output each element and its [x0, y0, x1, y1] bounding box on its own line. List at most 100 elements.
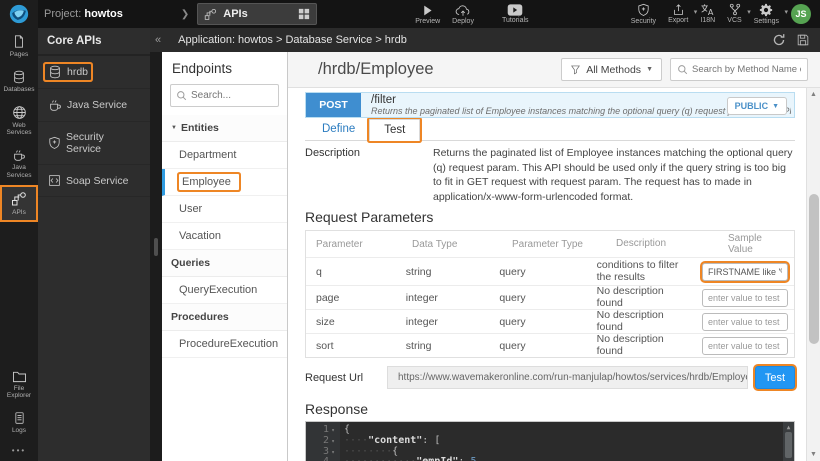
endpoint-item-department[interactable]: Department — [162, 142, 287, 169]
endpoints-section-procedures[interactable]: Procedures — [162, 304, 287, 331]
scroll-down-icon[interactable]: ▼ — [807, 451, 820, 458]
sidebar-item-label: Pages — [10, 51, 28, 59]
sample-value-input-sort[interactable] — [702, 337, 788, 355]
page-title: /hrdb/Employee — [318, 60, 434, 79]
topbar-action-preview[interactable]: Preview — [409, 2, 446, 27]
chevron-right-icon: ❯ — [181, 9, 189, 20]
param-name: sort — [316, 340, 406, 352]
param-sample-cell — [702, 335, 794, 357]
avatar[interactable]: JS — [791, 4, 811, 24]
request-url-label: Request Url — [305, 372, 387, 384]
sidebar-item-logs[interactable]: Logs — [0, 405, 38, 440]
endpoint-item-queryexecution[interactable]: QueryExecution — [162, 277, 287, 304]
param-description: conditions to filter the results — [597, 260, 702, 283]
sample-value-input-size[interactable] — [702, 313, 788, 331]
api-endpoint-row[interactable]: POST /filter Returns the paginated list … — [305, 92, 795, 118]
endpoints-section-label: Procedures — [171, 311, 229, 323]
sidebar-item-web-services[interactable]: Web Services — [0, 99, 38, 143]
param-data-type: integer — [406, 316, 500, 328]
wavemaker-api-designer: Project: howtos ❯ APIs PreviewDeployTuto… — [0, 0, 820, 461]
endpoints-search-input[interactable] — [191, 90, 273, 101]
sidebar-item-label: Logs — [12, 427, 26, 435]
tab-define[interactable]: Define — [308, 119, 369, 140]
editor-line-number: 2▾ — [306, 436, 340, 447]
topbar-action-label: Security — [631, 18, 656, 25]
param-row-sort: sortstringqueryNo description found — [306, 333, 794, 357]
topbar-action-vcs[interactable]: VCS▾ — [721, 1, 747, 26]
param-type: query — [499, 266, 596, 278]
editor-scrollbar-thumb[interactable] — [785, 432, 792, 458]
main-scrollbar[interactable]: ▲ ▼ — [806, 88, 820, 461]
endpoint-item-label: Department — [179, 149, 236, 161]
i18n-icon: A — [700, 3, 715, 16]
sidebar-item-databases[interactable]: Databases — [0, 64, 38, 99]
sidebar-item-label: Databases — [3, 86, 34, 94]
methods-filter-label: All Methods — [586, 64, 641, 76]
visibility-dropdown[interactable]: PUBLIC ▼ — [727, 97, 787, 115]
sidebar-item-file-explorer[interactable]: File Explorer — [0, 364, 38, 406]
sidebar-item-apis[interactable]: APIs — [0, 185, 38, 222]
sample-value-input-q[interactable] — [702, 263, 788, 281]
method-search[interactable] — [670, 58, 808, 81]
scroll-up-icon[interactable]: ▲ — [807, 91, 820, 98]
endpoints-search[interactable] — [170, 84, 279, 107]
endpoints-section-entities[interactable]: ▼Entities — [162, 115, 287, 142]
play-icon — [421, 4, 434, 17]
method-search-input[interactable] — [692, 64, 801, 75]
vcs-icon — [728, 3, 742, 16]
main-scrollbar-thumb[interactable] — [809, 194, 819, 344]
database-icon — [12, 70, 26, 84]
topbar-action-tutorials[interactable]: Tutorials — [496, 2, 535, 26]
editor-code-line: ············"empId": 5, — [344, 457, 794, 461]
test-button[interactable]: Test — [755, 366, 795, 389]
caret-down-icon: ▼ — [171, 125, 177, 131]
sidebar-item-pages[interactable]: Pages — [0, 28, 38, 64]
wavemaker-logo[interactable] — [0, 0, 38, 28]
wavemaker-logo-icon — [8, 3, 30, 25]
panel-scrollbar-thumb[interactable] — [154, 238, 158, 256]
param-description: No description found — [597, 286, 702, 309]
topbar-action-label: Tutorials — [502, 17, 529, 24]
core-api-item-label: Java Service — [67, 99, 127, 111]
core-api-item-hrdb[interactable]: hrdb — [38, 56, 150, 89]
iconbar-spacer — [0, 222, 38, 364]
save-icon[interactable] — [796, 33, 810, 47]
topbar-action-security[interactable]: Security — [625, 1, 662, 27]
grid-icon[interactable] — [298, 8, 310, 20]
endpoint-item-label: Vacation — [179, 230, 221, 242]
topbar-action-deploy[interactable]: Deploy — [446, 2, 480, 27]
core-api-item-java-service[interactable]: Java Service — [38, 89, 150, 122]
gear-icon — [759, 3, 773, 17]
endpoint-item-vacation[interactable]: Vacation — [162, 223, 287, 250]
topbar-action-export[interactable]: Export▾ — [662, 1, 694, 26]
endpoints-title: Endpoints — [162, 52, 287, 82]
tab-test[interactable]: Test — [369, 119, 420, 141]
shield-icon — [48, 136, 61, 150]
collapse-panel-button[interactable]: « — [155, 34, 161, 46]
core-api-item-inner: Soap Service — [45, 173, 131, 188]
api-test-content: POST /filter Returns the paginated list … — [288, 88, 806, 461]
methods-filter-dropdown[interactable]: All Methods ▼ — [561, 58, 662, 81]
more-options-icon[interactable]: ••• — [0, 440, 38, 461]
sample-value-input-page[interactable] — [702, 289, 788, 307]
tab-apis[interactable]: APIs — [197, 3, 317, 25]
sidebar-item-java-services[interactable]: Java Services — [0, 142, 38, 185]
endpoint-item-procedureexecution[interactable]: ProcedureExecution — [162, 331, 287, 358]
sidebar-item-label: Java Services — [1, 164, 37, 180]
coffee-icon — [12, 148, 26, 162]
param-type: query — [499, 316, 596, 328]
editor-scrollbar[interactable]: ▲ — [783, 422, 794, 461]
endpoint-item-user[interactable]: User — [162, 196, 287, 223]
topbar-action-i18n[interactable]: AI18N — [694, 1, 721, 26]
response-code-editor[interactable]: 1▾2▾3▾45678 {····"content": [········{··… — [305, 421, 795, 461]
core-api-item-inner: Security Service — [45, 130, 143, 156]
response-title: Response — [305, 401, 795, 417]
endpoints-section-queries[interactable]: Queries — [162, 250, 287, 277]
topbar-action-settings[interactable]: Settings▾ — [748, 1, 785, 27]
funnel-icon — [570, 64, 581, 75]
core-api-item-soap-service[interactable]: Soap Service — [38, 165, 150, 197]
refresh-icon[interactable] — [772, 33, 786, 47]
param-row-size: sizeintegerqueryNo description found — [306, 309, 794, 333]
core-api-item-security-service[interactable]: Security Service — [38, 122, 150, 165]
endpoint-item-employee[interactable]: Employee — [162, 169, 287, 196]
